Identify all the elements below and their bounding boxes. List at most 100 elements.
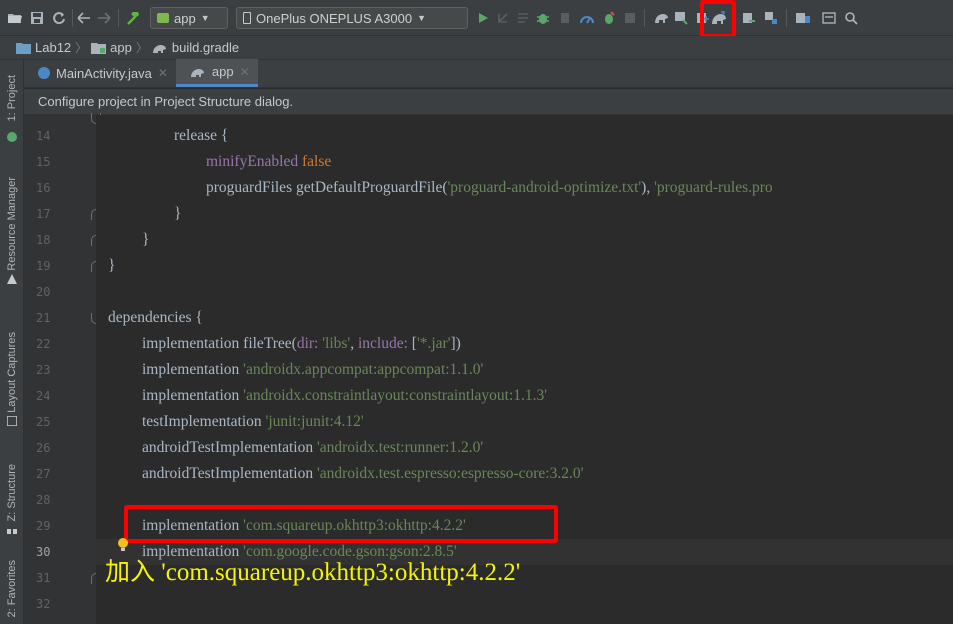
line-number: 20 bbox=[36, 285, 51, 299]
apply-changes-icon[interactable] bbox=[494, 8, 512, 28]
tab-label: MainActivity.java bbox=[56, 65, 152, 81]
code-token: 'androidx.test:runner:1.2.0' bbox=[316, 439, 484, 456]
search-icon[interactable] bbox=[842, 8, 860, 28]
main-toolbar: app ▼ OnePlus ONEPLUS A3000 ▼ bbox=[0, 0, 953, 38]
code-token: testImplementation bbox=[142, 413, 266, 430]
terminal-icon[interactable] bbox=[820, 8, 838, 28]
breadcrumb-label: build.gradle bbox=[171, 40, 240, 55]
code-token: 'libs' bbox=[322, 335, 351, 352]
code-line: implementation 'androidx.appcompat:appco… bbox=[96, 357, 953, 383]
side-tab-label: Resource Manager bbox=[6, 177, 18, 271]
code-text: } bbox=[174, 205, 182, 222]
profile-icon[interactable] bbox=[578, 8, 596, 28]
android-robot-icon bbox=[7, 132, 17, 142]
line-number: 19 bbox=[36, 259, 51, 273]
code-token: implementation bbox=[142, 387, 244, 404]
side-tab-label: Z: Structure bbox=[6, 464, 18, 522]
line-number: 23 bbox=[36, 363, 51, 377]
code-token: false bbox=[302, 153, 332, 170]
back-icon[interactable] bbox=[76, 8, 92, 28]
attach-debugger-icon[interactable] bbox=[556, 8, 574, 28]
lightbulb-icon[interactable] bbox=[117, 537, 129, 553]
apply-code-changes-icon[interactable] bbox=[514, 8, 532, 28]
attach-process-icon[interactable] bbox=[600, 8, 618, 28]
run-icon[interactable] bbox=[474, 8, 492, 28]
line-number-gutter: 14 15 16 17 18 19 20 21 22 23 24 25 26 2… bbox=[24, 113, 101, 624]
code-editor[interactable]: release { minifyEnabled false proguardFi… bbox=[96, 115, 953, 624]
okhttp-line-highlight-box bbox=[124, 505, 558, 543]
line-number: 32 bbox=[36, 597, 51, 611]
code-text: release { bbox=[174, 127, 229, 144]
side-tab-project[interactable]: 1: Project bbox=[0, 66, 24, 130]
gradle-file-icon bbox=[152, 44, 166, 53]
resource-manager-icon bbox=[7, 274, 17, 284]
debug-icon[interactable] bbox=[534, 8, 552, 28]
code-line: } bbox=[96, 201, 953, 227]
sync-icon[interactable] bbox=[50, 8, 68, 28]
breadcrumb-item-module[interactable]: app bbox=[91, 40, 132, 55]
code-token: dir: bbox=[296, 335, 323, 352]
run-config-label: app bbox=[174, 10, 196, 26]
code-text: dependencies { bbox=[108, 309, 203, 326]
code-token: 'proguard-android-optimize.txt' bbox=[447, 179, 642, 196]
side-tab-label: Layout Captures bbox=[6, 331, 18, 413]
code-token: ]) bbox=[450, 335, 461, 352]
run-config-dropdown[interactable]: app ▼ bbox=[150, 7, 228, 29]
layout-inspector-icon[interactable] bbox=[762, 8, 780, 28]
notification-text: Configure project in Project Structure d… bbox=[38, 94, 294, 109]
code-token: '*.jar' bbox=[416, 335, 451, 352]
make-project-hammer-icon[interactable] bbox=[124, 8, 142, 28]
code-token: ), bbox=[641, 179, 655, 196]
close-icon[interactable]: ✕ bbox=[158, 66, 168, 80]
code-line: } bbox=[96, 253, 953, 279]
code-token: include: bbox=[357, 335, 412, 352]
code-token: implementation bbox=[142, 361, 244, 378]
breadcrumb-label: Lab12 bbox=[35, 40, 72, 55]
avd-manager-icon[interactable] bbox=[672, 8, 690, 28]
breadcrumb-item-project[interactable]: Lab12 bbox=[16, 40, 71, 55]
line-number: 26 bbox=[36, 441, 51, 455]
annotation-caption: 加入 'com.squareup.okhttp3:okhttp:4.2.2' bbox=[105, 559, 521, 586]
side-tab-label: 2: Favorites bbox=[6, 560, 18, 618]
editor-tabs: MainActivity.java ✕ app ✕ bbox=[24, 59, 953, 88]
tab-main-activity[interactable]: MainActivity.java ✕ bbox=[24, 59, 176, 87]
sync-highlight-box bbox=[700, 0, 736, 38]
code-line: release { bbox=[96, 123, 953, 149]
code-token: 'proguard-rules.pro bbox=[654, 179, 773, 196]
code-line: } bbox=[96, 227, 953, 253]
side-tab-label: 1: Project bbox=[6, 74, 18, 122]
module-folder-icon bbox=[91, 42, 107, 54]
java-class-icon bbox=[38, 67, 50, 79]
breadcrumb-label: app bbox=[110, 40, 132, 55]
open-folder-icon[interactable] bbox=[6, 8, 24, 28]
code-token: minifyEnabled bbox=[206, 153, 302, 170]
code-line: testImplementation 'junit:junit:4.12' bbox=[96, 409, 953, 435]
project-structure-icon[interactable] bbox=[794, 8, 812, 28]
close-icon[interactable]: ✕ bbox=[240, 65, 250, 79]
stop-icon[interactable] bbox=[622, 8, 638, 28]
forward-icon[interactable] bbox=[96, 8, 112, 28]
left-tool-strip: 1: Project Resource Manager Layout Captu… bbox=[0, 60, 24, 624]
side-tab-layout-captures[interactable]: Layout Captures bbox=[0, 322, 24, 422]
code-token: 'androidx.test.espresso:espresso-core:3.… bbox=[316, 465, 584, 482]
line-number: 27 bbox=[36, 467, 51, 481]
line-number: 31 bbox=[36, 571, 51, 585]
side-tab-resource-manager[interactable]: Resource Manager bbox=[0, 170, 24, 278]
device-file-icon[interactable] bbox=[740, 8, 758, 28]
save-icon[interactable] bbox=[28, 8, 46, 28]
gradle-elephant-icon[interactable] bbox=[652, 8, 670, 28]
side-tab-favorites[interactable]: 2: Favorites bbox=[0, 554, 24, 624]
code-line: androidTestImplementation 'androidx.test… bbox=[96, 461, 953, 487]
line-number: 17 bbox=[36, 207, 51, 221]
line-number: 21 bbox=[36, 311, 51, 325]
line-number: 18 bbox=[36, 233, 51, 247]
device-label: OnePlus ONEPLUS A3000 bbox=[256, 10, 413, 26]
line-number: 24 bbox=[36, 389, 51, 403]
code-line: dependencies { bbox=[96, 305, 953, 331]
code-token: proguardFiles getDefaultProguardFile( bbox=[206, 179, 448, 196]
breadcrumb-item-file[interactable]: build.gradle bbox=[152, 40, 239, 55]
line-number-current: 30 bbox=[36, 545, 51, 559]
tab-app-gradle[interactable]: app ✕ bbox=[175, 59, 258, 87]
side-tab-structure[interactable]: Z: Structure bbox=[0, 456, 24, 530]
device-dropdown[interactable]: OnePlus ONEPLUS A3000 ▼ bbox=[236, 7, 468, 29]
